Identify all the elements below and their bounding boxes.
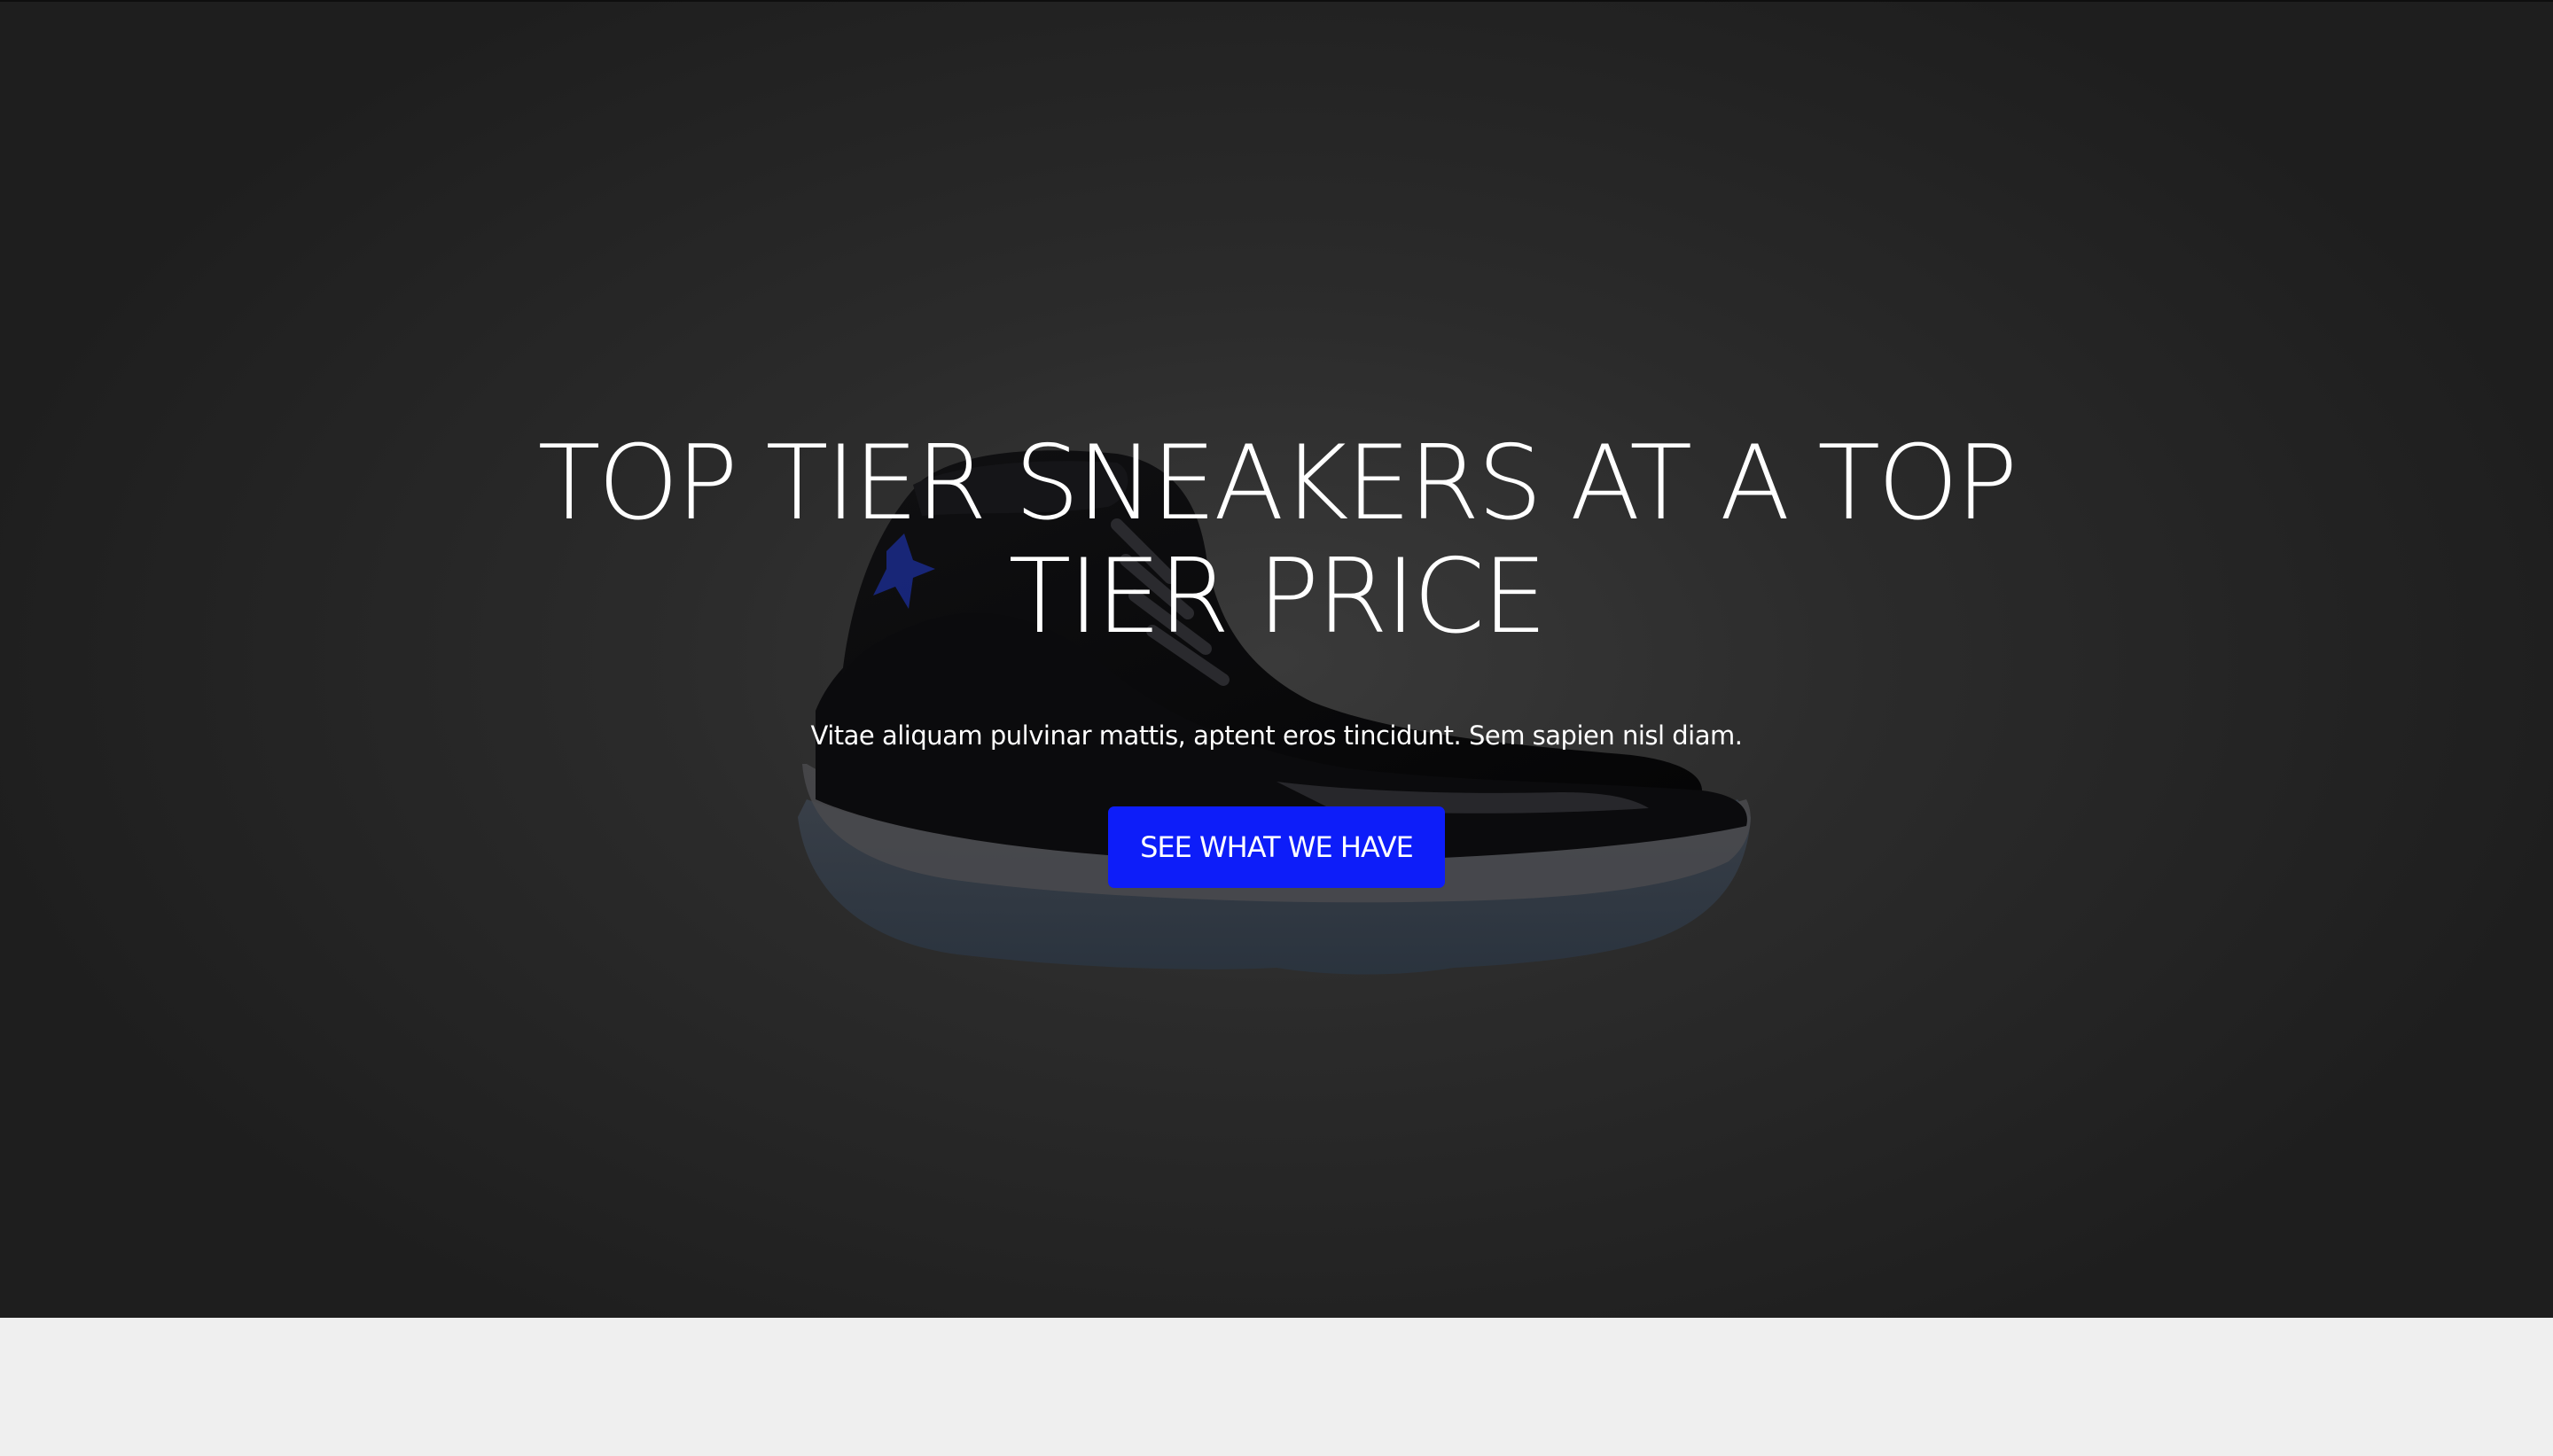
content-section xyxy=(0,1318,2553,1456)
hero-content: TOP TIER SNEAKERS AT A TOP TIER PRICE Vi… xyxy=(0,427,2553,888)
hero-section: TOP TIER SNEAKERS AT A TOP TIER PRICE Vi… xyxy=(0,0,2553,1318)
hero-title: TOP TIER SNEAKERS AT A TOP TIER PRICE xyxy=(537,424,2018,657)
hero-subtitle: Vitae aliquam pulvinar mattis, aptent er… xyxy=(810,720,1743,751)
see-what-we-have-button[interactable]: SEE WHAT WE HAVE xyxy=(1108,806,1445,888)
